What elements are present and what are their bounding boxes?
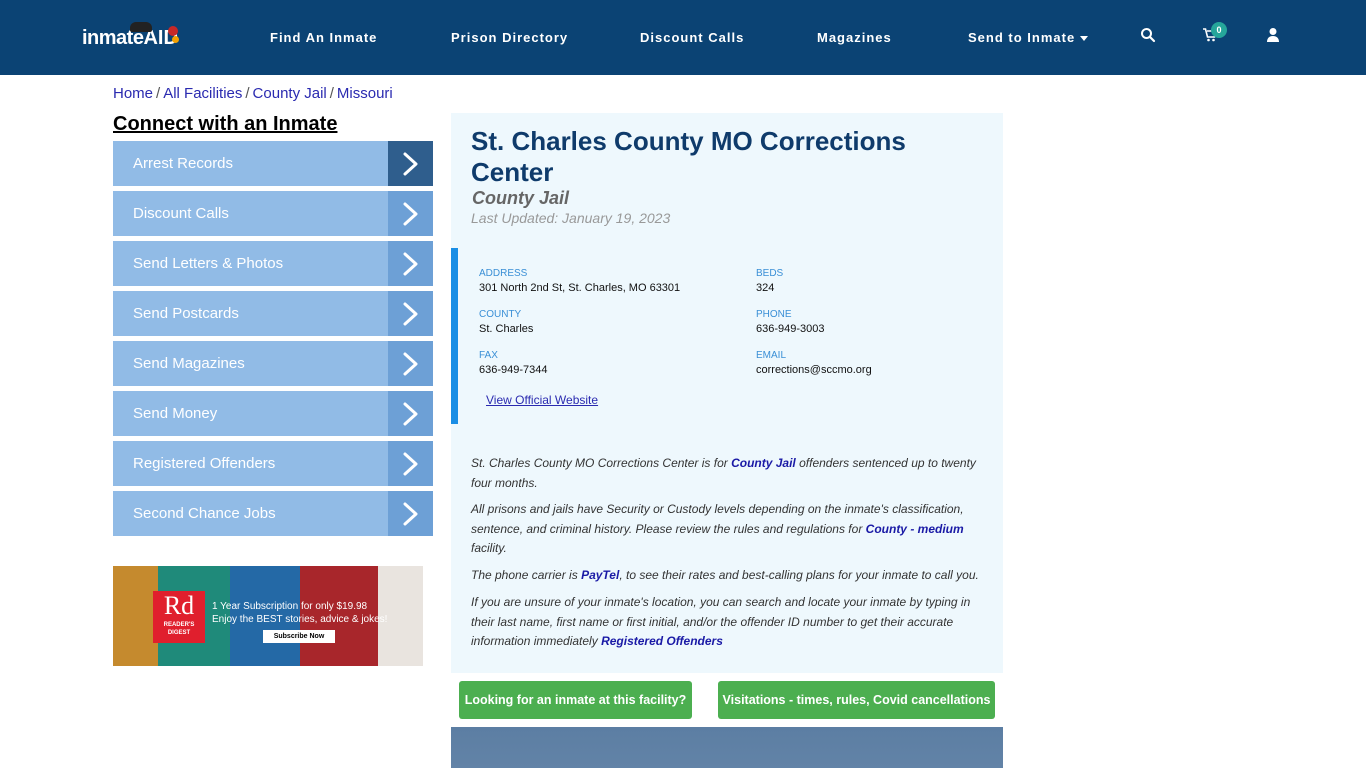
chevron-right-icon [388,391,433,436]
chevron-right-icon [388,191,433,236]
logo-leaf-icon [168,26,178,36]
sidebar-item-arrest-records[interactable]: Arrest Records [113,141,433,186]
sidebar-item-label: Second Chance Jobs [133,505,276,522]
readers-digest-logo: Rd READER'S DIGEST [153,591,205,643]
address-label: ADDRESS [479,268,528,279]
nav-find-an-inmate[interactable]: Find An Inmate [270,30,377,45]
magazine-cover-image [113,566,158,666]
sidebar-item-send-magazines[interactable]: Send Magazines [113,341,433,386]
sidebar-item-label: Arrest Records [133,155,234,172]
sidebar-item-send-money[interactable]: Send Money [113,391,433,436]
county-value: St. Charles [479,323,534,335]
sidebar-title: Connect with an Inmate [113,113,338,135]
facility-info-box: ADDRESS 301 North 2nd St, St. Charles, M… [451,248,1003,424]
beds-value: 324 [756,282,775,294]
sidebar-list: Arrest Records Discount Calls Send Lette… [113,141,433,541]
fax-label: FAX [479,350,498,361]
breadcrumb-separator: / [156,85,161,102]
top-navbar: inmate AID Find An Inmate Prison Directo… [0,0,1366,75]
chevron-right-icon [388,241,433,286]
breadcrumb-all-facilities[interactable]: All Facilities [163,85,242,102]
chevron-right-icon [388,291,433,336]
readers-digest-ad-banner[interactable]: Rd READER'S DIGEST 1 Year Subscription f… [113,566,423,666]
chevron-right-icon [388,341,433,386]
county-label: COUNTY [479,309,522,320]
email-value: corrections@sccmo.org [756,364,872,376]
facility-type: County Jail [472,188,570,208]
breadcrumb: Home / All Facilities / County Jail / Missouri [113,85,393,102]
phone-value: 636-949-3003 [756,323,825,335]
chevron-right-icon [388,491,433,536]
nav-discount-calls[interactable]: Discount Calls [640,30,744,45]
breadcrumb-home[interactable]: Home [113,85,153,102]
description-paragraph: If you are unsure of your inmate's locat… [471,593,983,652]
breadcrumb-separator: / [329,85,334,102]
county-jail-link[interactable]: County Jail [731,456,796,470]
chevron-right-icon [388,141,433,186]
breadcrumb-county-jail[interactable]: County Jail [253,85,327,102]
text: The phone carrier is [471,568,582,582]
paytel-link[interactable]: PayTel [581,568,619,582]
visitations-button[interactable]: Visitations - times, rules, Covid cancel… [718,681,995,719]
nav-magazines[interactable]: Magazines [817,30,892,45]
sidebar-item-label: Send Letters & Photos [133,255,284,272]
ad-tagline: Enjoy the BEST stories, advice & jokes! [212,614,388,625]
address-value: 301 North 2nd St, St. Charles, MO 63301 [479,282,681,294]
breadcrumb-missouri[interactable]: Missouri [337,85,393,102]
description-paragraph: The phone carrier is PayTel, to see thei… [471,566,983,586]
county-medium-link[interactable]: County - medium [866,522,964,536]
cart-count-badge: 0 [1211,22,1227,38]
description-paragraph: All prisons and jails have Security or C… [471,500,983,559]
ad-offer-text: 1 Year Subscription for only $19.98 [212,601,368,612]
sidebar-item-send-letters-photos[interactable]: Send Letters & Photos [113,241,433,286]
site-logo[interactable]: inmate AID [82,20,179,56]
beds-label: BEDS [756,268,784,279]
logo-leaf-icon [172,36,179,43]
registered-offenders-link[interactable]: Registered Offenders [601,634,723,648]
sidebar-item-label: Send Money [133,405,218,422]
search-icon[interactable] [1140,27,1158,45]
email-label: EMAIL [756,350,787,361]
sidebar-item-second-chance-jobs[interactable]: Second Chance Jobs [113,491,433,536]
sidebar-item-label: Send Postcards [133,305,239,322]
user-icon[interactable] [1265,27,1283,45]
text: facility. [471,541,507,555]
nav-send-to-inmate[interactable]: Send to Inmate [968,30,1089,45]
sidebar-item-label: Send Magazines [133,355,245,372]
logo-text: Rd [163,591,195,620]
sidebar-item-label: Discount Calls [133,205,229,222]
description-paragraph: St. Charles County MO Corrections Center… [471,454,983,493]
logo-hat-icon [130,22,152,32]
facility-photo [451,727,1003,768]
official-website-link[interactable]: View Official Website [486,393,598,407]
caret-down-icon [1080,36,1089,42]
breadcrumb-separator: / [245,85,250,102]
fax-value: 636-949-7344 [479,364,548,376]
last-updated: Last Updated: January 19, 2023 [471,210,671,226]
find-inmate-at-facility-button[interactable]: Looking for an inmate at this facility? [459,681,692,719]
facility-title: St. Charles County MO Corrections Center [471,126,906,187]
text: , to see their rates and best-calling pl… [619,568,979,582]
text: St. Charles County MO Corrections Center… [471,456,732,470]
phone-label: PHONE [756,309,792,320]
sidebar-item-send-postcards[interactable]: Send Postcards [113,291,433,336]
nav-prison-directory[interactable]: Prison Directory [451,30,568,45]
subscribe-now-button[interactable]: Subscribe Now [263,630,335,643]
nav-send-to-inmate-label: Send to Inmate [968,30,1076,45]
sidebar-item-label: Registered Offenders [133,455,276,472]
chevron-right-icon [388,441,433,486]
sidebar-item-registered-offenders[interactable]: Registered Offenders [113,441,433,486]
logo-subtext: READER'S DIGEST [163,622,195,636]
sidebar-item-discount-calls[interactable]: Discount Calls [113,191,433,236]
